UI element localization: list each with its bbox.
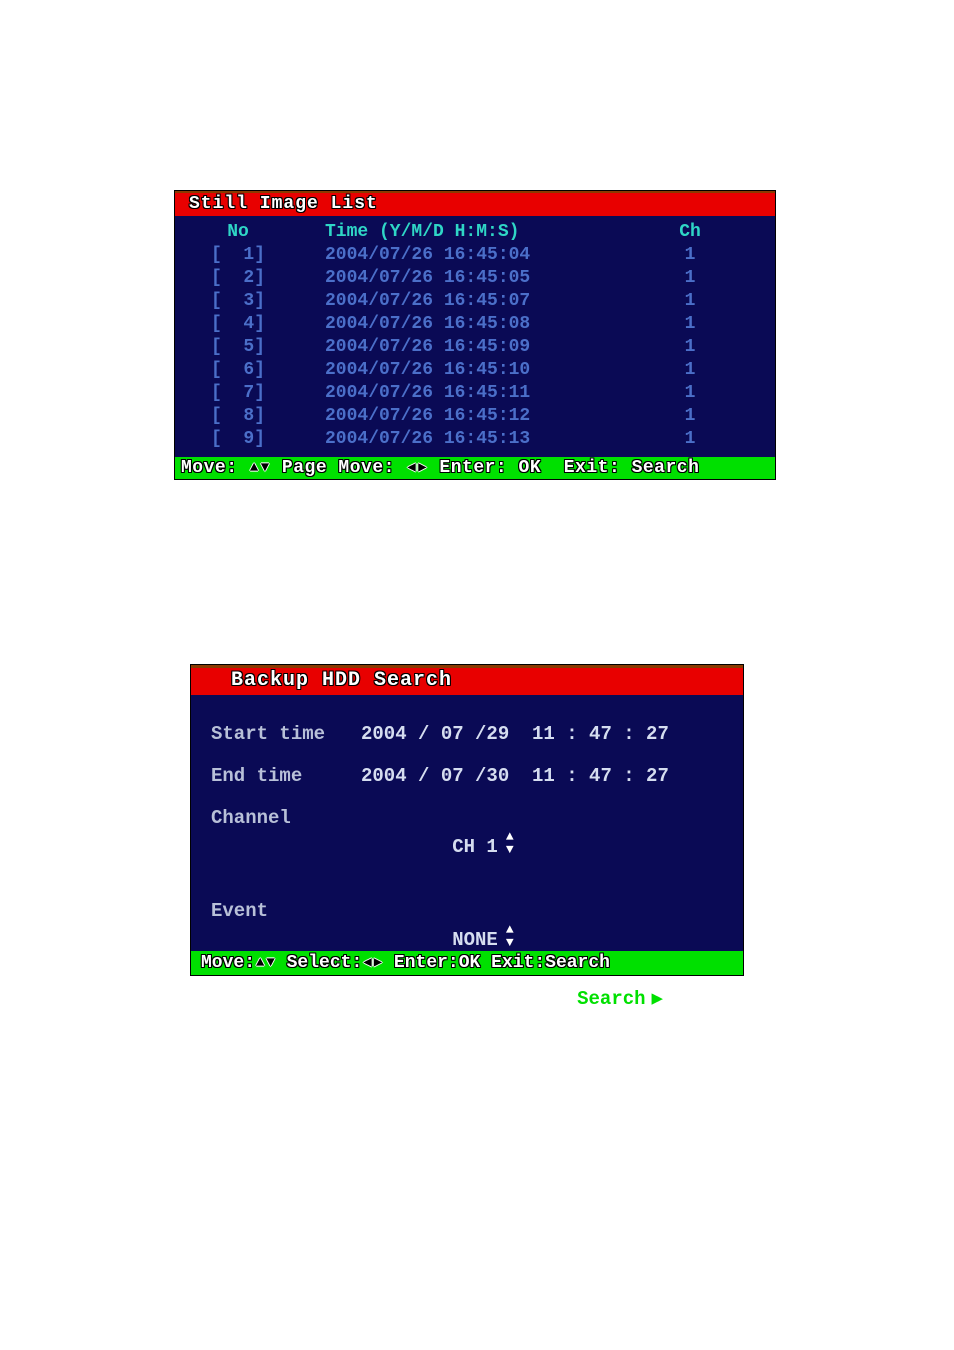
row-time: 2004/07/26 16:45:11 [295, 382, 615, 405]
header-ch: Ch [615, 221, 765, 244]
row-no: [ 6] [175, 359, 295, 382]
search-button[interactable]: Search▶ [211, 987, 723, 1010]
updown-icon: ▲▼ [498, 923, 514, 949]
row-no: [ 9] [175, 428, 295, 451]
header-no: No [175, 221, 295, 244]
footer-enter-label: Enter:OK [383, 953, 480, 973]
row-ch: 1 [615, 244, 765, 267]
row-no: [ 3] [175, 290, 295, 313]
panel1-footer: Move: ▲ ▼ Page Move: ◀ ▶ Enter: OK Exit:… [175, 457, 775, 479]
list-row[interactable]: [ 8]2004/07/26 16:45:121 [175, 405, 775, 428]
still-image-list-panel: Still Image List No Time (Y/M/D H:M:S) C… [174, 190, 776, 480]
row-ch: 1 [615, 382, 765, 405]
header-time: Time (Y/M/D H:M:S) [295, 221, 615, 244]
channel-label: Channel [211, 807, 361, 880]
row-no: [ 5] [175, 336, 295, 359]
channel-field[interactable]: Channel CH 1▲▼ [211, 807, 723, 880]
end-time-value[interactable]: 2004 / 07 /30 11 : 47 : 27 [361, 765, 669, 787]
row-no: [ 2] [175, 267, 295, 290]
footer-page-move-label: Page Move: [271, 458, 407, 478]
list-row[interactable]: [ 5]2004/07/26 16:45:091 [175, 336, 775, 359]
row-time: 2004/07/26 16:45:13 [295, 428, 615, 451]
row-time: 2004/07/26 16:45:08 [295, 313, 615, 336]
play-arrow-icon: ▶ [646, 988, 663, 1010]
list-row[interactable]: [ 2]2004/07/26 16:45:051 [175, 267, 775, 290]
row-ch: 1 [615, 336, 765, 359]
down-arrow-icon: ▼ [260, 461, 271, 475]
row-no: [ 1] [175, 244, 295, 267]
up-arrow-icon: ▲ [249, 461, 260, 475]
footer-exit-label: Exit:Search [480, 953, 610, 973]
footer-enter-label: Enter: OK [428, 458, 552, 478]
left-arrow-icon: ◀ [362, 956, 372, 970]
panel-title: Still Image List [175, 191, 775, 216]
footer-move-label: Move: [201, 953, 255, 973]
list-row[interactable]: [ 3]2004/07/26 16:45:071 [175, 290, 775, 313]
list-row[interactable]: [ 6]2004/07/26 16:45:101 [175, 359, 775, 382]
start-time-value[interactable]: 2004 / 07 /29 11 : 47 : 27 [361, 723, 669, 745]
list-row[interactable]: [ 1]2004/07/26 16:45:041 [175, 244, 775, 267]
row-no: [ 8] [175, 405, 295, 428]
right-arrow-icon: ▶ [373, 956, 383, 970]
footer-move-label: Move: [181, 458, 249, 478]
row-ch: 1 [615, 405, 765, 428]
backup-hdd-search-panel: Backup HDD Search Start time 2004 / 07 /… [190, 664, 744, 976]
row-no: [ 4] [175, 313, 295, 336]
row-ch: 1 [615, 359, 765, 382]
row-ch: 1 [615, 428, 765, 451]
updown-icon: ▲▼ [498, 830, 514, 856]
row-ch: 1 [615, 290, 765, 313]
down-arrow-icon: ▼ [265, 956, 275, 970]
row-time: 2004/07/26 16:45:04 [295, 244, 615, 267]
row-time: 2004/07/26 16:45:05 [295, 267, 615, 290]
end-time-label: End time [211, 765, 361, 787]
list-row[interactable]: [ 4]2004/07/26 16:45:081 [175, 313, 775, 336]
list-header-row: No Time (Y/M/D H:M:S) Ch [175, 221, 775, 244]
list-row[interactable]: [ 9]2004/07/26 16:45:131 [175, 428, 775, 451]
list-body: No Time (Y/M/D H:M:S) Ch [ 1]2004/07/26 … [175, 216, 775, 451]
start-time-label: Start time [211, 723, 361, 745]
row-time: 2004/07/26 16:45:10 [295, 359, 615, 382]
search-label: Search [577, 988, 645, 1010]
end-time-field[interactable]: End time 2004 / 07 /30 11 : 47 : 27 [211, 765, 723, 787]
row-time: 2004/07/26 16:45:09 [295, 336, 615, 359]
start-time-field[interactable]: Start time 2004 / 07 /29 11 : 47 : 27 [211, 723, 723, 745]
list-row[interactable]: [ 7]2004/07/26 16:45:111 [175, 382, 775, 405]
row-ch: 1 [615, 267, 765, 290]
right-arrow-icon: ▶ [417, 461, 428, 475]
footer-select-label: Select: [276, 953, 362, 973]
row-time: 2004/07/26 16:45:07 [295, 290, 615, 313]
panel-title: Backup HDD Search [191, 665, 743, 695]
channel-value[interactable]: CH 1▲▼ [361, 807, 514, 880]
row-no: [ 7] [175, 382, 295, 405]
up-arrow-icon: ▲ [255, 956, 265, 970]
footer-exit-label: Exit: Search [552, 458, 699, 478]
panel2-footer: Move: ▲ ▼ Select: ◀ ▶ Enter:OK Exit:Sear… [191, 951, 743, 975]
row-time: 2004/07/26 16:45:12 [295, 405, 615, 428]
left-arrow-icon: ◀ [406, 461, 417, 475]
row-ch: 1 [615, 313, 765, 336]
